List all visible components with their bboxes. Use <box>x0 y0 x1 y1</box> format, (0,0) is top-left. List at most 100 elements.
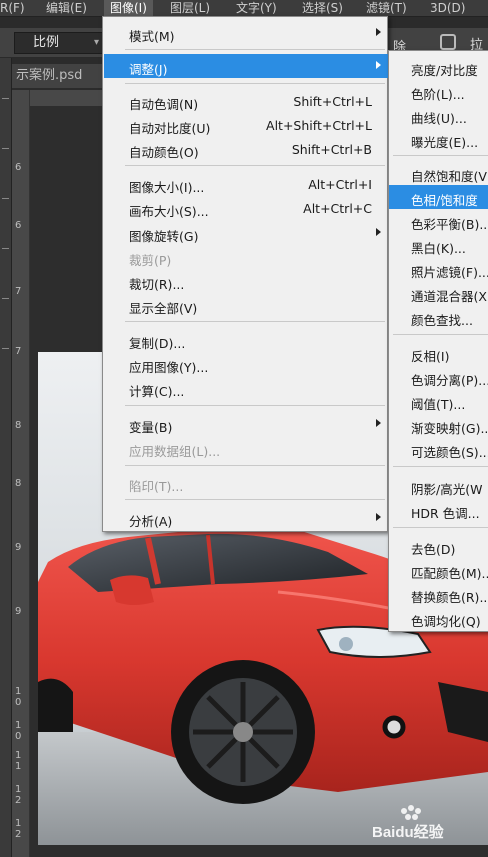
ratio-value: 比例 <box>33 35 60 50</box>
menu-item-apply-image[interactable]: 应用图像(Y)... <box>104 352 388 376</box>
submenu-item-posterize[interactable]: 色调分离(P)... <box>389 365 488 389</box>
menu-image[interactable]: 图像(I) <box>104 0 153 17</box>
tool-tick <box>2 348 9 349</box>
tool-tick <box>2 298 9 299</box>
adjustments-submenu: 亮度/对比度 色阶(L)... 曲线(U)... 曝光度(E)... 自然饱和度… <box>388 50 488 632</box>
chevron-right-icon <box>376 28 381 36</box>
menu-item-shortcut: Alt+Ctrl+I <box>308 177 372 192</box>
submenu-item-match-color[interactable]: 匹配颜色(M)... <box>389 558 488 582</box>
submenu-item-exposure[interactable]: 曝光度(E)... <box>389 127 488 151</box>
submenu-item-label: 可选颜色(S)... <box>411 445 488 460</box>
ratio-select[interactable]: 比例 ▾ <box>14 32 106 54</box>
menu-item-variables[interactable]: 变量(B) <box>104 412 388 436</box>
submenu-item-label: 渐变映射(G)... <box>411 421 488 436</box>
submenu-item-threshold[interactable]: 阈值(T)... <box>389 389 488 413</box>
menu-item-trim[interactable]: 裁切(R)... <box>104 269 388 293</box>
submenu-item-channel-mixer[interactable]: 通道混合器(X <box>389 281 488 305</box>
submenu-item-black-white[interactable]: 黑白(K)... <box>389 233 488 257</box>
menu-3d[interactable]: 3D(D) <box>430 0 465 17</box>
menu-item-auto-tone[interactable]: 自动色调(N) Shift+Ctrl+L <box>104 89 388 113</box>
menu-file[interactable]: R(F) <box>0 0 25 17</box>
menu-separator <box>125 405 385 406</box>
submenu-item-equalize[interactable]: 色调均化(Q) <box>389 606 488 630</box>
menu-item-label: 裁切(R)... <box>129 277 185 292</box>
menu-item-trap: 陷印(T)... <box>104 471 388 495</box>
menu-item-label: 自动颜色(O) <box>129 145 199 160</box>
submenu-item-label: 自然饱和度(V <box>411 169 487 184</box>
ruler-label: 1 0 <box>15 686 22 708</box>
menu-edit[interactable]: 编辑(E) <box>46 0 87 17</box>
submenu-item-label: 阈值(T)... <box>411 397 466 412</box>
menu-separator <box>125 465 385 466</box>
menu-item-shortcut: Alt+Shift+Ctrl+L <box>266 118 372 133</box>
submenu-item-selective-color[interactable]: 可选颜色(S)... <box>389 437 488 461</box>
submenu-item-label: 去色(D) <box>411 542 456 557</box>
submenu-item-gradient-map[interactable]: 渐变映射(G)... <box>389 413 488 437</box>
submenu-item-shadows-highlights[interactable]: 阴影/高光(W <box>389 474 488 498</box>
chevron-down-icon: ▾ <box>93 37 99 48</box>
chevron-right-icon <box>376 61 381 69</box>
tool-tick <box>2 148 9 149</box>
submenu-item-curves[interactable]: 曲线(U)... <box>389 103 488 127</box>
menu-item-label: 自动色调(N) <box>129 97 199 112</box>
settings-icon[interactable] <box>440 34 456 50</box>
menu-item-mode[interactable]: 模式(M) <box>104 21 388 45</box>
menu-item-calculations[interactable]: 计算(C)... <box>104 376 388 400</box>
menu-item-analysis[interactable]: 分析(A) <box>104 506 388 530</box>
menu-separator <box>393 155 488 156</box>
menu-item-label: 调整(J) <box>129 62 168 77</box>
menu-item-auto-contrast[interactable]: 自动对比度(U) Alt+Shift+Ctrl+L <box>104 113 388 137</box>
ruler-label: 1 2 <box>15 784 22 806</box>
menu-separator <box>125 49 385 50</box>
submenu-item-label: 阴影/高光(W <box>411 482 483 497</box>
menu-filter[interactable]: 滤镜(T) <box>366 0 407 17</box>
menu-item-auto-color[interactable]: 自动颜色(O) Shift+Ctrl+B <box>104 137 388 161</box>
submenu-item-replace-color[interactable]: 替换颜色(R)... <box>389 582 488 606</box>
menu-type[interactable]: 文字(Y) <box>236 0 277 17</box>
menu-select[interactable]: 选择(S) <box>302 0 343 17</box>
menu-item-label: 图像大小(I)... <box>129 180 205 195</box>
ruler-label: 9 <box>15 606 22 617</box>
menu-item-label: 画布大小(S)... <box>129 204 209 219</box>
menu-item-label: 裁剪(P) <box>129 253 172 268</box>
menu-item-adjustments[interactable]: 调整(J) <box>104 54 388 78</box>
menu-separator <box>125 499 385 500</box>
submenu-item-hdr-toning[interactable]: HDR 色调... <box>389 498 488 522</box>
submenu-item-invert[interactable]: 反相(I) <box>389 341 488 365</box>
menu-item-label: 计算(C)... <box>129 384 185 399</box>
menu-item-image-size[interactable]: 图像大小(I)... Alt+Ctrl+I <box>104 172 388 196</box>
menu-item-reveal-all[interactable]: 显示全部(V) <box>104 293 388 317</box>
menu-item-label: 变量(B) <box>129 420 173 435</box>
chevron-right-icon <box>376 513 381 521</box>
submenu-item-label: 匹配颜色(M)... <box>411 566 488 581</box>
menu-item-shortcut: Shift+Ctrl+L <box>293 94 372 109</box>
submenu-item-photo-filter[interactable]: 照片滤镜(F)... <box>389 257 488 281</box>
menu-item-duplicate[interactable]: 复制(D)... <box>104 328 388 352</box>
menu-separator <box>125 321 385 322</box>
submenu-item-levels[interactable]: 色阶(L)... <box>389 79 488 103</box>
ruler-label: 1 1 <box>15 750 22 772</box>
chevron-right-icon <box>376 419 381 427</box>
submenu-item-brightness-contrast[interactable]: 亮度/对比度 <box>389 55 488 79</box>
menu-item-label: 分析(A) <box>129 514 173 529</box>
menu-item-label: 陷印(T)... <box>129 479 184 494</box>
submenu-item-label: 色阶(L)... <box>411 87 465 102</box>
menu-item-label: 图像旋转(G) <box>129 229 199 244</box>
submenu-item-hue-saturation[interactable]: 色相/饱和度 <box>389 185 488 209</box>
vertical-ruler: 6 6 7 7 8 8 9 9 1 0 1 0 1 1 1 2 1 2 <box>12 90 30 857</box>
menu-separator <box>393 466 488 467</box>
watermark-text: Baidu经验 <box>372 823 445 841</box>
submenu-item-color-balance[interactable]: 色彩平衡(B)... <box>389 209 488 233</box>
submenu-item-color-lookup[interactable]: 颜色查找... <box>389 305 488 329</box>
submenu-item-desaturate[interactable]: 去色(D) <box>389 534 488 558</box>
submenu-item-label: 通道混合器(X <box>411 289 487 304</box>
menu-item-canvas-size[interactable]: 画布大小(S)... Alt+Ctrl+C <box>104 196 388 220</box>
ruler-label: 6 <box>15 220 22 231</box>
submenu-item-vibrance[interactable]: 自然饱和度(V <box>389 161 488 185</box>
ruler-label: 8 <box>15 478 22 489</box>
menu-item-image-rotation[interactable]: 图像旋转(G) <box>104 221 388 245</box>
baidu-watermark: Baidu经验 <box>372 805 445 841</box>
menu-layer[interactable]: 图层(L) <box>170 0 210 17</box>
horizontal-ruler <box>30 90 105 106</box>
submenu-item-label: HDR 色调... <box>411 506 480 521</box>
